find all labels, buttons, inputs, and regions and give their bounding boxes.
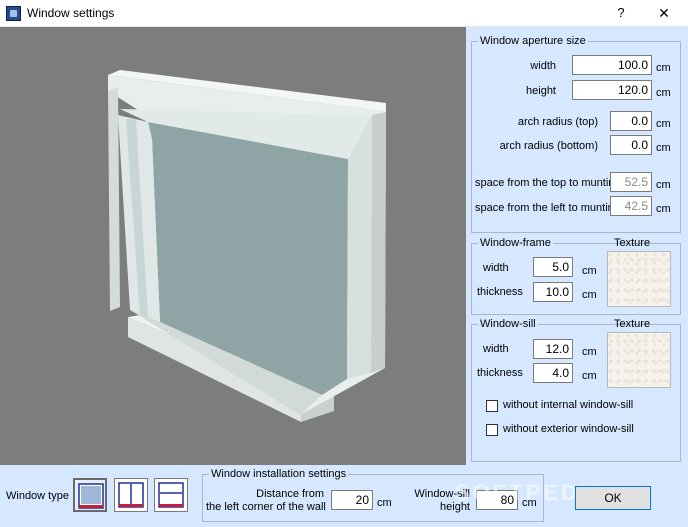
arch-top-unit: cm <box>656 118 671 130</box>
muntin-left-label: space from the left to muntin <box>475 202 614 214</box>
sill-width-label: width <box>483 343 509 355</box>
distance-label-line2: the left corner of the wall <box>206 501 326 513</box>
settings-panel: Window aperture size width 100.0 cm heig… <box>466 27 688 465</box>
horizontal-split-icon <box>158 482 184 508</box>
ok-button[interactable]: OK <box>575 486 651 510</box>
sill-thickness-input[interactable]: 4.0 <box>533 363 573 383</box>
window-3d-render <box>108 70 386 422</box>
muntin-top-input[interactable]: 52.5 <box>610 172 652 192</box>
aperture-width-input[interactable]: 100.0 <box>572 55 652 75</box>
frame-width-unit: cm <box>582 265 597 277</box>
app-icon <box>6 6 21 21</box>
install-group-title: Window installation settings <box>209 468 349 480</box>
frame-thickness-unit: cm <box>582 289 597 301</box>
distance-unit: cm <box>377 497 392 509</box>
sill-width-unit: cm <box>582 346 597 358</box>
help-button[interactable]: ? <box>610 3 632 23</box>
no-exterior-sill-label: without exterior window-sill <box>503 423 634 435</box>
distance-label-line1: Distance from <box>256 488 324 500</box>
frame-right-face <box>371 112 386 373</box>
frame-thickness-label: thickness <box>477 286 523 298</box>
sill-thickness-unit: cm <box>582 370 597 382</box>
frame-thickness-input[interactable]: 10.0 <box>533 282 573 302</box>
aperture-group-title: Window aperture size <box>478 35 588 47</box>
sill-texture-label: Texture <box>614 318 651 330</box>
no-internal-sill-label: without internal window-sill <box>503 399 634 411</box>
aperture-width-unit: cm <box>656 62 671 74</box>
muntin-top-label: space from the top to muntin <box>475 177 615 189</box>
arch-top-input[interactable]: 0.0 <box>610 111 652 131</box>
muntin-left-unit: cm <box>656 203 671 215</box>
window-type-vertical-split-button[interactable] <box>114 478 148 512</box>
window-type-horizontal-split-button[interactable] <box>154 478 188 512</box>
sill-group-title: Window-sill <box>478 318 538 330</box>
single-pane-icon <box>78 483 104 509</box>
close-button[interactable]: ✕ <box>650 3 678 23</box>
distance-input[interactable]: 20 <box>331 490 373 510</box>
frame-group-title: Window-frame <box>478 237 553 249</box>
sill-thickness-label: thickness <box>477 367 523 379</box>
frame-left-jamb <box>108 87 120 311</box>
arch-bottom-label: arch radius (bottom) <box>499 140 598 152</box>
aperture-height-unit: cm <box>656 87 671 99</box>
muntin-left-input[interactable]: 42.5 <box>610 196 652 216</box>
aperture-width-label: width <box>530 60 556 72</box>
muntin-top-unit: cm <box>656 179 671 191</box>
frame-width-input[interactable]: 5.0 <box>533 257 573 277</box>
arch-bottom-input[interactable]: 0.0 <box>610 135 652 155</box>
aperture-height-label: height <box>526 85 556 97</box>
arch-bottom-unit: cm <box>656 142 671 154</box>
window-3d-preview[interactable] <box>0 27 466 465</box>
no-exterior-sill-checkbox[interactable] <box>486 424 498 436</box>
frame-texture-swatch[interactable] <box>607 251 671 307</box>
frame-texture-label: Texture <box>614 237 651 249</box>
title-bar: Window settings ? ✕ <box>0 0 688 27</box>
vertical-split-icon <box>118 482 144 508</box>
frame-inner-right <box>347 115 372 379</box>
frame-width-label: width <box>483 262 509 274</box>
window-title: Window settings <box>27 6 115 20</box>
window-type-label: Window type <box>6 490 69 502</box>
sill-width-input[interactable]: 12.0 <box>533 339 573 359</box>
no-internal-sill-checkbox[interactable] <box>486 400 498 412</box>
sill-texture-swatch[interactable] <box>607 332 671 388</box>
arch-top-label: arch radius (top) <box>517 116 598 128</box>
aperture-height-input[interactable]: 120.0 <box>572 80 652 100</box>
window-type-single-button[interactable] <box>73 478 107 512</box>
